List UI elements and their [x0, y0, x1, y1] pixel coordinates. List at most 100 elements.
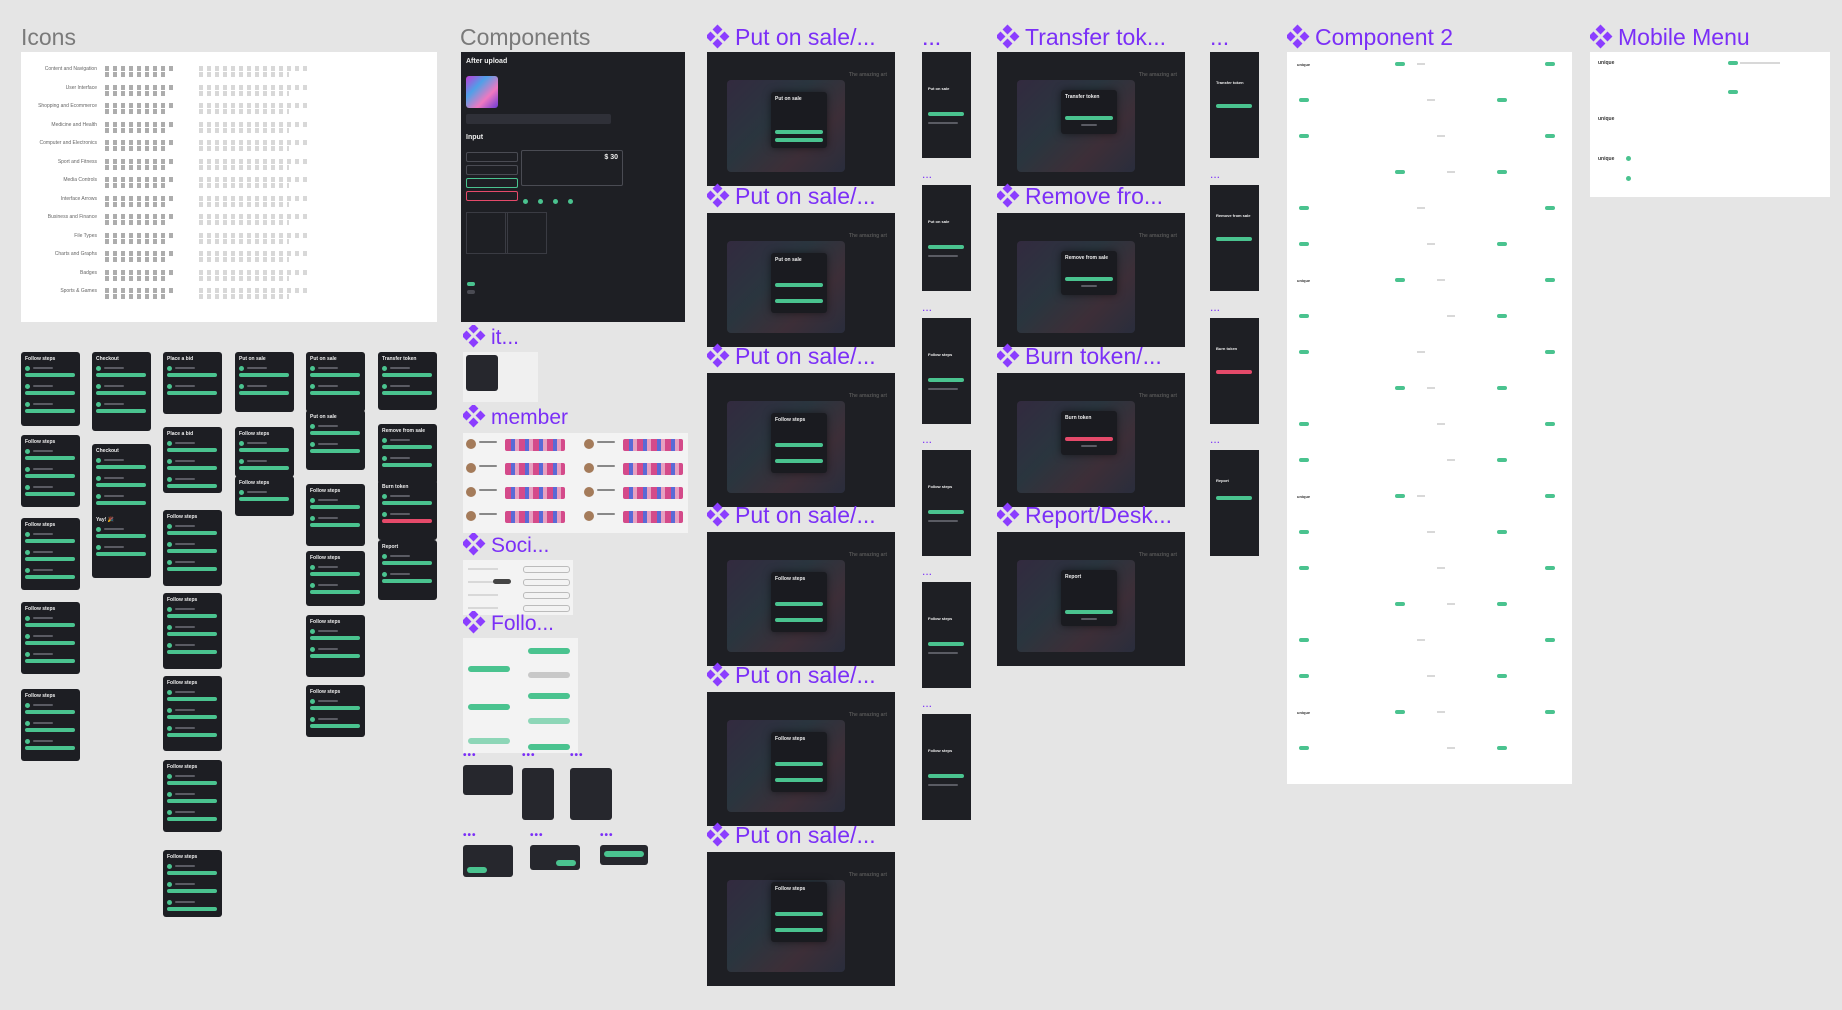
modal-secondary-button[interactable] — [775, 299, 823, 303]
frame-title-remove[interactable]: Remove fro... — [997, 183, 1187, 210]
modal-primary-button[interactable] — [775, 283, 823, 287]
follow-steps-frame[interactable] — [463, 638, 578, 753]
step-button[interactable] — [382, 519, 432, 523]
modal-primary-button[interactable] — [1065, 437, 1113, 441]
input-field-focused[interactable] — [466, 178, 518, 188]
mobile-sale-frame[interactable]: Put on sale — [922, 52, 971, 158]
step-button[interactable] — [25, 746, 75, 750]
components-frame[interactable]: After upload Input $ 30 — [461, 52, 685, 322]
toast-card-1[interactable] — [463, 845, 513, 877]
step-button[interactable] — [239, 448, 289, 452]
desktop-action-frame[interactable]: The amazing art Transfer token — [997, 52, 1185, 186]
sale-modal[interactable]: Follow steps — [771, 413, 827, 473]
step-button[interactable] — [96, 501, 146, 505]
step-button[interactable] — [310, 373, 360, 377]
modal-primary-button[interactable] — [775, 762, 823, 766]
step-button[interactable] — [167, 697, 217, 701]
frame-title-ellipsis[interactable]: ... — [922, 564, 932, 578]
frame-title-report[interactable]: Report/Desk... — [997, 502, 1187, 529]
step-button[interactable] — [167, 448, 217, 452]
step-button[interactable] — [25, 474, 75, 478]
step-button[interactable] — [25, 623, 75, 627]
frame-title-ellipsis[interactable]: ... — [922, 167, 932, 181]
step-button[interactable] — [310, 654, 360, 658]
frame-title-ellipsis[interactable]: ... — [922, 300, 932, 314]
desktop-action-frame[interactable]: The amazing art Remove from sale — [997, 213, 1185, 347]
modal-primary-button[interactable] — [1065, 610, 1113, 614]
step-button[interactable] — [167, 650, 217, 654]
mini-modal-card[interactable]: Follow steps — [21, 689, 80, 761]
sale-modal[interactable]: Follow steps — [771, 732, 827, 792]
step-button[interactable] — [25, 728, 75, 732]
modal-secondary-button[interactable] — [775, 618, 823, 622]
step-button[interactable] — [25, 641, 75, 645]
step-button[interactable] — [25, 539, 75, 543]
frame-title-ellipsis[interactable]: ... — [1210, 300, 1220, 314]
frame-title-ellipsis[interactable]: ... — [1210, 432, 1220, 446]
step-button[interactable] — [96, 409, 146, 413]
frame-title-ellipsis[interactable]: ... — [922, 24, 941, 51]
frame-title-ellipsis[interactable]: ... — [922, 696, 932, 710]
mobile-action-frame[interactable]: Remove from sale — [1210, 185, 1259, 291]
mini-modal-card[interactable]: Follow steps — [306, 551, 365, 606]
step-button[interactable] — [96, 483, 146, 487]
mini-modal-card[interactable]: Place a bid — [163, 427, 222, 493]
step-button[interactable] — [167, 733, 217, 737]
input-field-2[interactable] — [466, 165, 518, 175]
desktop-action-frame[interactable]: The amazing art Burn token — [997, 373, 1185, 507]
mini-modal-card[interactable]: Place a bid — [163, 352, 222, 414]
desktop-action-frame[interactable]: The amazing art Report — [997, 532, 1185, 666]
step-button[interactable] — [167, 715, 217, 719]
put-on-sale-desktop-frame[interactable]: The amazing art Follow steps — [707, 692, 895, 826]
mobile-primary-button[interactable] — [1216, 237, 1252, 241]
member-frame[interactable] — [463, 433, 688, 533]
modal-cancel-link[interactable] — [1081, 285, 1097, 287]
step-button[interactable] — [310, 636, 360, 640]
step-button[interactable] — [239, 497, 289, 501]
step-button[interactable] — [167, 799, 217, 803]
step-button[interactable] — [382, 373, 432, 377]
frame-title-put-on-sale-1[interactable]: Put on sale/... — [707, 24, 887, 51]
mini-modal-card[interactable]: Follow steps — [306, 685, 365, 737]
step-button[interactable] — [239, 391, 289, 395]
sale-modal[interactable]: Follow steps — [771, 572, 827, 632]
frame-title-component-2[interactable]: Component 2 — [1287, 24, 1487, 51]
mini-modal-card[interactable]: Burn token — [378, 480, 437, 540]
modal-primary-button[interactable] — [775, 602, 823, 606]
step-button[interactable] — [239, 466, 289, 470]
frame-title-put-on-sale[interactable]: Put on sale/... — [707, 343, 897, 370]
mini-modal-card[interactable]: Yay! 🎉 — [92, 513, 151, 578]
step-button[interactable] — [382, 445, 432, 449]
step-button[interactable] — [96, 465, 146, 469]
frame-title-member[interactable]: member — [463, 405, 568, 430]
notification-card-3[interactable] — [570, 768, 612, 820]
action-modal[interactable]: Transfer token — [1061, 90, 1117, 134]
step-button[interactable] — [382, 501, 432, 505]
modal-primary-button[interactable] — [1065, 116, 1113, 120]
mobile-primary-button[interactable] — [928, 510, 964, 514]
mobile-primary-button[interactable] — [928, 378, 964, 382]
mobile-primary-button[interactable] — [928, 245, 964, 249]
frame-title-put-on-sale[interactable]: Put on sale/... — [707, 822, 897, 849]
mini-modal-card[interactable]: Follow steps — [163, 760, 222, 832]
step-button[interactable] — [167, 391, 217, 395]
frame-title-transfer-token[interactable]: Transfer tok... — [997, 24, 1177, 51]
frame-title-follow[interactable]: Follo... — [463, 611, 554, 636]
mobile-action-frame[interactable]: Burn token — [1210, 318, 1259, 424]
step-button[interactable] — [25, 456, 75, 460]
mini-modal-card[interactable]: Put on sale — [235, 352, 294, 412]
step-button[interactable] — [167, 614, 217, 618]
step-button[interactable] — [167, 781, 217, 785]
mini-modal-card[interactable]: Follow steps — [163, 593, 222, 669]
step-button[interactable] — [167, 549, 217, 553]
mini-modal-card[interactable]: Transfer token — [378, 352, 437, 410]
step-button[interactable] — [25, 391, 75, 395]
mini-modal-card[interactable]: Follow steps — [306, 484, 365, 546]
mini-modal-card[interactable]: Follow steps — [306, 615, 365, 677]
input-field-1[interactable] — [466, 152, 518, 162]
step-button[interactable] — [382, 391, 432, 395]
mini-modal-card[interactable]: Put on sale — [306, 352, 365, 412]
step-button[interactable] — [167, 632, 217, 636]
mini-modal-card[interactable]: Follow steps — [21, 602, 80, 674]
mobile-sale-frame[interactable]: Follow steps — [922, 450, 971, 556]
